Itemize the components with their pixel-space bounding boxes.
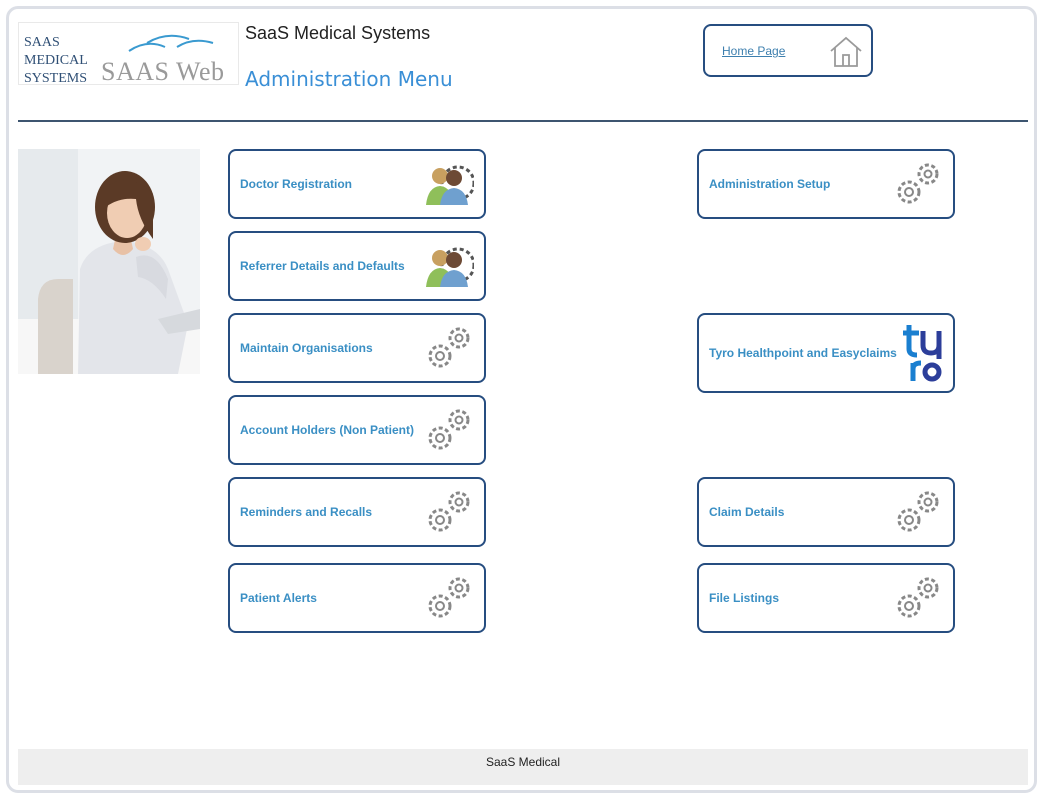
saas-logo: SAAS MEDICAL SYSTEMS SAAS Web	[18, 22, 239, 86]
maintain-organisations-button[interactable]: Maintain Organisations	[228, 313, 486, 383]
account-holders-label: Account Holders (Non Patient)	[240, 423, 415, 437]
gears-icon	[428, 327, 470, 368]
patient-alerts-label: Patient Alerts	[240, 591, 317, 605]
account-holders-button[interactable]: Account Holders (Non Patient)	[228, 395, 486, 465]
file-listings-button[interactable]: File Listings	[697, 563, 955, 633]
file-listings-label: File Listings	[709, 591, 780, 605]
referrer-details-button[interactable]: Referrer Details and Defaults	[228, 231, 486, 301]
maintain-organisations-label: Maintain Organisations	[240, 341, 373, 355]
tyro-healthpoint-button[interactable]: Tyro Healthpoint and Easyclaims	[697, 313, 955, 393]
reminders-recalls-label: Reminders and Recalls	[240, 505, 373, 519]
administration-setup-label: Administration Setup	[709, 177, 831, 191]
gears-icon	[897, 163, 939, 204]
gears-icon	[428, 577, 470, 618]
referrer-details-label: Referrer Details and Defaults	[240, 259, 405, 273]
logo-line-1: SAAS	[24, 35, 60, 50]
claim-details-label: Claim Details	[709, 505, 785, 519]
people-gear-icon	[426, 247, 474, 287]
footer: SaaS Medical	[18, 749, 1028, 785]
reminders-recalls-button[interactable]: Reminders and Recalls	[228, 477, 486, 547]
logo-line-3: SYSTEMS	[24, 71, 88, 86]
woman-at-laptop-image	[18, 149, 200, 374]
administration-setup-button[interactable]: Administration Setup	[697, 149, 955, 219]
home-icon	[830, 36, 862, 67]
company-name: SaaS Medical Systems	[245, 23, 431, 43]
gears-icon	[428, 409, 470, 450]
logo-line-2: MEDICAL	[24, 53, 88, 68]
gears-icon	[897, 577, 939, 618]
gears-icon	[897, 491, 939, 532]
footer-text: SaaS Medical	[485, 755, 561, 769]
home-page-link[interactable]: Home Page	[722, 44, 785, 58]
tyro-healthpoint-label: Tyro Healthpoint and Easyclaims	[709, 346, 897, 360]
page-frame	[6, 6, 1037, 793]
people-gear-icon	[426, 165, 474, 205]
page-title: Administration Menu	[245, 67, 453, 91]
home-page-button[interactable]: Home Page	[703, 24, 873, 77]
patient-alerts-button[interactable]: Patient Alerts	[228, 563, 486, 633]
claim-details-button[interactable]: Claim Details	[697, 477, 955, 547]
logo-birds-icon	[128, 34, 214, 52]
doctor-registration-button[interactable]: Doctor Registration	[228, 149, 486, 219]
tyro-logo-icon	[903, 325, 942, 382]
header-divider	[18, 120, 1028, 122]
gears-icon	[428, 491, 470, 532]
doctor-registration-label: Doctor Registration	[240, 177, 353, 191]
logo-web-text: SAAS Web	[101, 57, 225, 86]
